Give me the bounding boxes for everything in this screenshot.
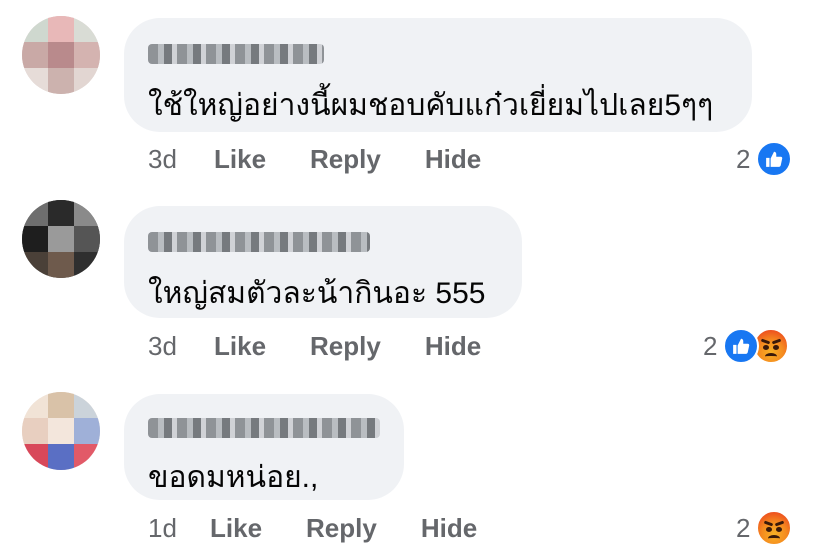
reaction-count: 2 xyxy=(703,330,718,361)
like-button[interactable]: Like xyxy=(210,513,262,544)
angry-icon xyxy=(756,510,793,546)
hide-button[interactable]: Hide xyxy=(425,331,481,362)
reply-button[interactable]: Reply xyxy=(310,331,381,362)
avatar[interactable] xyxy=(22,200,100,278)
reaction-summary[interactable]: 2 xyxy=(736,510,793,546)
like-icon xyxy=(723,328,760,364)
commenter-name-blurred[interactable] xyxy=(148,44,324,64)
hide-button[interactable]: Hide xyxy=(425,144,481,175)
comment-bubble: ใหญ่สมตัวละน้ากินอะ 555 xyxy=(124,206,522,318)
like-icon xyxy=(756,141,793,177)
comment-text: ใหญ่สมตัวละน้ากินอะ 555 xyxy=(148,277,486,310)
reply-button[interactable]: Reply xyxy=(310,144,381,175)
comment-text: ใช้ใหญ่อย่างนี้ผมชอบคับแก๋วเยี่ยมไปเลย5ๆ… xyxy=(148,89,714,122)
reaction-count: 2 xyxy=(736,512,751,543)
comment-timestamp[interactable]: 3d xyxy=(148,331,214,362)
reaction-summary[interactable]: 2 xyxy=(736,141,793,177)
commenter-name-blurred[interactable] xyxy=(148,232,370,252)
avatar[interactable] xyxy=(22,16,100,94)
comment-timestamp[interactable]: 1d xyxy=(148,513,210,544)
comment-bubble: ใช้ใหญ่อย่างนี้ผมชอบคับแก๋วเยี่ยมไปเลย5ๆ… xyxy=(124,18,752,132)
like-button[interactable]: Like xyxy=(214,144,266,175)
hide-button[interactable]: Hide xyxy=(421,513,477,544)
comment-timestamp[interactable]: 3d xyxy=(148,144,214,175)
like-button[interactable]: Like xyxy=(214,331,266,362)
avatar[interactable] xyxy=(22,392,100,470)
comment-text: ขอดมหน่อย., xyxy=(148,461,319,494)
reaction-summary[interactable]: 2 xyxy=(703,328,790,364)
reaction-count: 2 xyxy=(736,143,751,174)
commenter-name-blurred[interactable] xyxy=(148,418,380,438)
comment-bubble: ขอดมหน่อย., xyxy=(124,394,404,500)
reply-button[interactable]: Reply xyxy=(306,513,377,544)
